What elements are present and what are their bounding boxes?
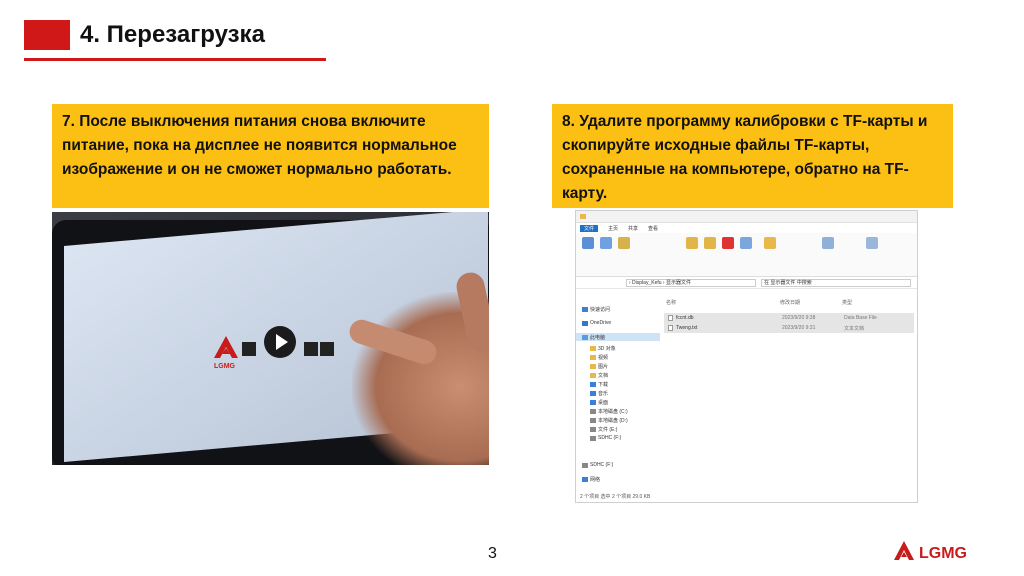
explorer-address-bar: › Display_Kefu › 显示器文件 在 显示器文件 中搜索 xyxy=(576,277,917,289)
explorer-status-bar: 2 个项目 选中 2 个项目 29.0 KB xyxy=(580,494,651,500)
brand-text: LGMG xyxy=(919,545,967,562)
file-type: 文本文档 xyxy=(844,325,865,332)
tab-file[interactable]: 文件 xyxy=(580,224,599,232)
file-date: 2023/9/20 9:38 xyxy=(782,315,816,321)
download-icon xyxy=(590,381,596,387)
new-folder-icon[interactable] xyxy=(764,237,776,249)
nav-item[interactable]: 3D 对象 xyxy=(590,344,616,352)
nav-item[interactable]: SDHC (F:) xyxy=(582,461,613,469)
tab-view[interactable]: 查看 xyxy=(648,225,658,232)
nav-item[interactable]: SDHC (F:) xyxy=(590,434,621,442)
copy-icon[interactable] xyxy=(600,237,612,249)
nav-item[interactable]: 图片 xyxy=(590,362,608,370)
nav-item[interactable]: 快速访问 xyxy=(582,305,610,313)
folder-icon xyxy=(590,363,596,369)
nav-item-selected[interactable]: 此电脑 xyxy=(576,333,660,341)
drive-icon xyxy=(590,417,596,423)
sd-card-icon xyxy=(590,435,596,441)
cloud-icon xyxy=(582,320,588,326)
delete-icon[interactable] xyxy=(722,237,734,249)
title-underline xyxy=(24,58,326,61)
nav-item[interactable]: 本地磁盘 (C:) xyxy=(590,407,628,415)
column-type[interactable]: 类型 xyxy=(842,299,852,306)
music-icon xyxy=(590,390,596,396)
sd-card-icon xyxy=(582,462,588,468)
folder-icon xyxy=(590,372,596,378)
address-input[interactable]: › Display_Kefu › 显示器文件 xyxy=(626,279,756,287)
file-name: Tweng.txt xyxy=(676,325,698,331)
computer-icon xyxy=(582,334,588,340)
nav-item[interactable]: OneDrive xyxy=(582,319,611,327)
network-icon xyxy=(582,476,588,482)
folder-icon xyxy=(580,214,586,219)
search-input[interactable]: 在 显示器文件 中搜索 xyxy=(761,279,911,287)
nav-item[interactable]: 音乐 xyxy=(590,389,608,397)
rename-icon[interactable] xyxy=(740,237,752,249)
nav-item[interactable]: 本地磁盘 (D:) xyxy=(590,416,628,424)
tab-share[interactable]: 共享 xyxy=(628,225,638,232)
step-8-callout: 8. Удалите программу калибровки с TF-кар… xyxy=(552,104,953,208)
nav-item[interactable]: 视频 xyxy=(590,353,608,361)
explorer-navigation-pane: 快速访问 OneDrive 此电脑 3D 对象 视频 图片 文档 下载 音乐 桌… xyxy=(576,301,661,491)
nav-item[interactable]: 文档 xyxy=(590,371,608,379)
tab-home[interactable]: 主页 xyxy=(608,225,618,232)
paste-icon[interactable] xyxy=(618,237,630,249)
desktop-icon xyxy=(590,399,596,405)
nav-item[interactable]: 文件 (E:) xyxy=(590,425,617,433)
file-icon xyxy=(668,325,673,331)
folder-icon xyxy=(590,345,596,351)
file-list-header: 名称 修改日期 类型 xyxy=(662,299,912,307)
explorer-ribbon xyxy=(576,233,917,277)
file-icon xyxy=(668,315,673,321)
drive-icon xyxy=(590,426,596,432)
file-date: 2023/9/20 9:31 xyxy=(782,325,816,331)
play-icon[interactable] xyxy=(264,326,296,358)
page-title: 4. Перезагрузка xyxy=(80,21,265,48)
screen-logo-text: LGMG xyxy=(214,363,236,370)
column-name[interactable]: 名称 xyxy=(666,299,676,306)
select-all-icon[interactable] xyxy=(866,237,878,249)
move-icon[interactable] xyxy=(686,237,698,249)
explorer-ribbon-tabs: 文件 主页 共享 查看 xyxy=(576,223,917,233)
nav-item[interactable]: 下载 xyxy=(590,380,608,388)
file-type: Data Base File xyxy=(844,315,877,321)
copy-to-icon[interactable] xyxy=(704,237,716,249)
properties-icon[interactable] xyxy=(822,237,834,249)
file-explorer-screenshot: 文件 主页 共享 查看 › Display_Kefu › 显示器文件 在 显示器… xyxy=(575,210,918,503)
tablet-photo: LGMG xyxy=(52,212,489,465)
explorer-titlebar xyxy=(576,211,917,223)
folder-icon xyxy=(590,354,596,360)
file-row[interactable]: Tweng.txt 2023/9/20 9:31 文本文档 xyxy=(664,323,914,333)
star-icon xyxy=(582,306,588,312)
step-7-callout: 7. После выключения питания снова включи… xyxy=(52,104,489,208)
nav-item[interactable]: 网络 xyxy=(582,475,600,483)
nav-item[interactable]: 桌面 xyxy=(590,398,608,406)
file-row[interactable]: fccnt.db 2023/9/20 9:38 Data Base File xyxy=(664,313,914,323)
column-date[interactable]: 修改日期 xyxy=(780,299,800,306)
pin-icon[interactable] xyxy=(582,237,594,249)
lgmg-logo: LGMG xyxy=(894,541,967,562)
page-number: 3 xyxy=(488,545,497,562)
drive-icon xyxy=(590,408,596,414)
title-accent-block xyxy=(24,20,70,50)
file-name: fccnt.db xyxy=(676,315,694,321)
